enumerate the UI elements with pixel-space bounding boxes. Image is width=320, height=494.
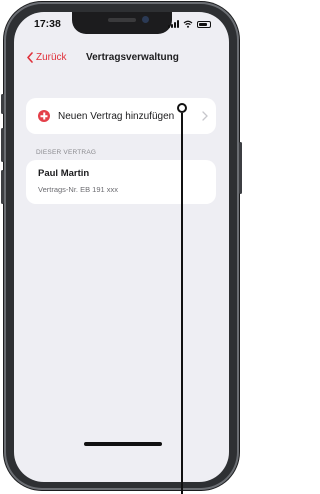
navigation-bar: Zurück Vertragsverwaltung <box>14 52 229 72</box>
pointer-marker <box>177 103 187 113</box>
section-header: DIESER VERTRAG <box>36 149 97 156</box>
page-title: Vertragsverwaltung <box>86 52 179 63</box>
notch <box>72 12 172 34</box>
wifi-icon <box>183 20 193 28</box>
camera <box>142 16 149 23</box>
volume-down-button <box>1 170 4 204</box>
volume-up-button <box>1 128 4 162</box>
signal-icon <box>168 20 179 28</box>
contract-holder-name: Paul Martin <box>38 168 90 179</box>
speaker <box>108 18 136 22</box>
contract-number: Vertrags-Nr. EB 191 xxx <box>38 185 119 194</box>
phone-screen: 17:38 Zurück Vertragsverwaltung Neuen Ve… <box>14 12 229 482</box>
home-indicator[interactable] <box>84 442 162 446</box>
add-contract-button[interactable]: Neuen Vertrag hinzufügen <box>26 98 216 134</box>
battery-icon <box>197 20 211 28</box>
back-label: Zurück <box>36 52 67 63</box>
plus-circle-icon <box>38 110 50 122</box>
pointer-line <box>181 113 183 494</box>
back-button[interactable]: Zurück <box>26 52 67 63</box>
contract-card[interactable]: Paul Martin Vertrags-Nr. EB 191 xxx <box>26 160 216 204</box>
chevron-left-icon <box>27 52 33 63</box>
status-icons <box>168 19 211 29</box>
chevron-right-icon <box>202 111 208 121</box>
side-button <box>1 94 4 114</box>
add-contract-label: Neuen Vertrag hinzufügen <box>58 110 175 122</box>
status-time: 17:38 <box>34 18 61 30</box>
power-button <box>239 142 242 194</box>
